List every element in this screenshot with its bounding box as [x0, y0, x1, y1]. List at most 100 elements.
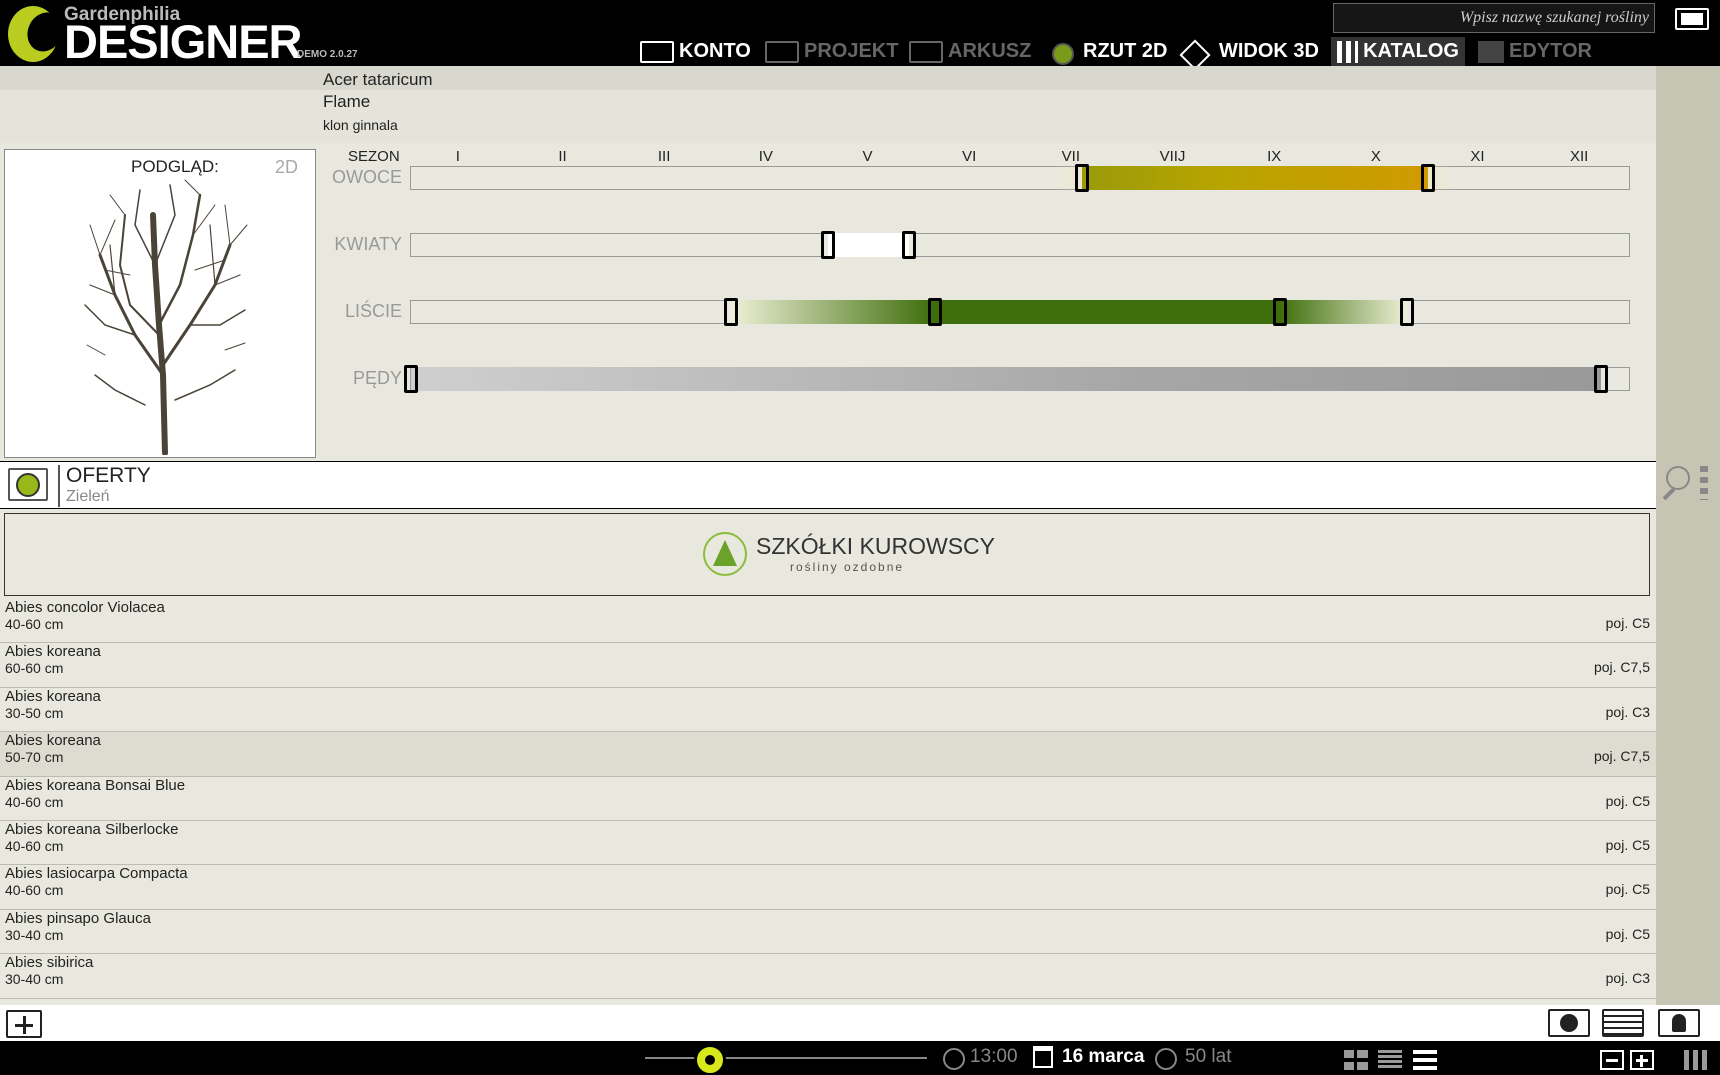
- grid-view-icon[interactable]: [1344, 1050, 1368, 1070]
- nav-projekt[interactable]: PROJEKT: [765, 37, 898, 66]
- project-icon: [765, 40, 799, 63]
- offer-row[interactable]: Abies lasiocarpa Compacta 40-60 cm poj. C5: [0, 865, 1656, 910]
- growth-icon: [1155, 1048, 1177, 1070]
- season-handle-liscie[interactable]: [724, 298, 739, 326]
- offer-row[interactable]: Abies koreana 60-60 cm poj. C7,5: [0, 643, 1656, 688]
- season-label: SEZON: [348, 148, 400, 165]
- offer-pot: poj. C3: [1605, 970, 1650, 987]
- offer-pot: poj. C5: [1605, 881, 1650, 898]
- offer-list: Abies concolor Violacea 40-60 cm poj. C5 Ab…: [0, 599, 1656, 1005]
- lines-view-icon[interactable]: [1378, 1050, 1402, 1070]
- nav-widok-3d[interactable]: WIDOK 3D: [1180, 37, 1319, 66]
- plant-common-name: klon ginnala: [323, 117, 398, 133]
- globe-icon[interactable]: [1548, 1009, 1590, 1037]
- season-row-label-kwiaty: KWIATY: [334, 234, 402, 254]
- offer-name: Abies koreana Silberlocke: [5, 820, 179, 838]
- season-range-pedy: [411, 367, 1601, 391]
- clock-icon: [943, 1048, 965, 1070]
- plant-header-band: [0, 66, 1656, 90]
- offer-row[interactable]: Abies pinsapo Glauca 30-40 cm poj. C5: [0, 910, 1656, 955]
- top-bar: Gardenphilia DESIGNER DEMO 2.0.27 Wpisz …: [0, 0, 1720, 66]
- season-handle-owoce[interactable]: [1075, 164, 1089, 192]
- nav-label: PROJEKT: [804, 40, 899, 62]
- plan-2d-icon: [1044, 41, 1078, 65]
- list-view-icon[interactable]: [1413, 1050, 1437, 1070]
- offer-name: Abies lasiocarpa Compacta: [5, 865, 188, 883]
- offer-row[interactable]: Abies koreana Silberlocke 40-60 cm poj. C5: [0, 820, 1656, 866]
- zoom-in-icon[interactable]: [1630, 1050, 1654, 1070]
- nav-label: EDYTOR: [1509, 40, 1592, 62]
- vendor-banner[interactable]: SZKÓŁKI KUROWSCY rośliny ozdobne: [4, 513, 1650, 596]
- nav-label: WIDOK 3D: [1219, 40, 1319, 62]
- trademark-icon[interactable]: [1602, 1009, 1644, 1037]
- season-track-kwiaty[interactable]: [410, 231, 1630, 259]
- offer-pot: poj. C7,5: [1593, 659, 1650, 676]
- tree-logo-icon: [703, 532, 747, 576]
- season-track-liscie[interactable]: [410, 298, 1630, 326]
- version-label: DEMO 2.0.27: [297, 49, 358, 60]
- offer-row[interactable]: Abies koreana Bonsai Blue 40-60 cm poj. C5: [0, 777, 1656, 821]
- offer-name: Abies koreana: [5, 732, 101, 750]
- nav-arkusz[interactable]: ARKUSZ: [909, 37, 1031, 66]
- season-handle-pedy[interactable]: [1593, 365, 1608, 393]
- offers-icon[interactable]: [8, 468, 48, 501]
- offer-name: Abies koreana Bonsai Blue: [5, 776, 186, 794]
- app-window: Gardenphilia DESIGNER DEMO 2.0.27 Wpisz …: [0, 0, 1720, 1075]
- nav-katalog[interactable]: KATALOG: [1331, 37, 1465, 66]
- month-label: VI: [962, 148, 977, 165]
- sheet-icon: [909, 40, 943, 63]
- brand-big: DESIGNER: [64, 15, 302, 68]
- catalog-bars-icon[interactable]: [1684, 1050, 1708, 1070]
- offer-name: Abies sibirica: [5, 954, 94, 972]
- season-handle-pedy[interactable]: [404, 365, 418, 393]
- offer-size: 30-40 cm: [5, 926, 64, 943]
- offers-header: OFERTY Zieleń: [0, 461, 1656, 509]
- season-range-kwiaty: [827, 233, 910, 257]
- offer-size: 40-60 cm: [5, 882, 64, 899]
- month-label: X: [1370, 148, 1381, 165]
- season-handle-liscie[interactable]: [1400, 298, 1415, 326]
- season-handle-owoce[interactable]: [1420, 164, 1435, 192]
- add-button[interactable]: [6, 1010, 42, 1038]
- offer-row[interactable]: Abies koreana 30-50 cm poj. C3: [0, 687, 1656, 733]
- offer-size: 60-60 cm: [5, 660, 64, 677]
- search-input[interactable]: Wpisz nazwę szukanej rośliny: [1333, 3, 1655, 33]
- offer-name: Abies concolor Violacea: [5, 599, 165, 616]
- season-handle-kwiaty[interactable]: [820, 231, 835, 259]
- nav-konto[interactable]: KONTO: [640, 37, 751, 66]
- editor-icon: [1478, 40, 1504, 63]
- season-track-pedy[interactable]: [404, 365, 1630, 393]
- zoom-out-icon[interactable]: [1600, 1050, 1624, 1070]
- offer-pot: poj. C5: [1605, 792, 1650, 809]
- season-row-label-liscie: LIŚCIE: [344, 301, 402, 321]
- plant-cultivar: Flame: [323, 92, 371, 111]
- preview-panel: PODGLĄD: 2D: [4, 149, 316, 458]
- nav-edytor[interactable]: EDYTOR: [1478, 37, 1592, 66]
- magnifier-icon[interactable]: [1662, 466, 1708, 502]
- season-range-liscie: [731, 300, 1408, 324]
- month-label: XII: [1569, 148, 1589, 165]
- month-label: III: [657, 148, 671, 165]
- season-track-owoce[interactable]: [410, 164, 1630, 192]
- season-handle-liscie[interactable]: [927, 298, 942, 326]
- date-readout: 16 marca: [1062, 1046, 1145, 1067]
- preview-label: PODGLĄD:: [131, 157, 219, 176]
- nav-label: KATALOG: [1363, 40, 1459, 62]
- offer-row[interactable]: Abies koreana 50-70 cm poj. C7,5: [0, 732, 1656, 777]
- offer-name: Abies koreana: [5, 687, 101, 705]
- time-slider-knob[interactable]: [693, 1044, 726, 1075]
- offer-size: 40-60 cm: [5, 793, 64, 810]
- offer-row[interactable]: Abies sibirica 30-40 cm poj. C3: [0, 954, 1656, 999]
- season-handle-liscie[interactable]: [1273, 298, 1288, 326]
- nav-rzut-2d[interactable]: RZUT 2D: [1044, 37, 1167, 66]
- offer-row[interactable]: Abies concolor Violacea 40-60 cm poj. C5: [0, 599, 1656, 644]
- person-icon[interactable]: [1658, 1009, 1700, 1037]
- nav-label: RZUT 2D: [1083, 40, 1168, 62]
- month-label: VIIJ: [1159, 148, 1186, 165]
- season-handle-kwiaty[interactable]: [902, 231, 917, 259]
- offer-pot: poj. C3: [1605, 703, 1650, 720]
- age-readout: 50 lat: [1185, 1046, 1232, 1067]
- time-slider-track[interactable]: [645, 1057, 927, 1059]
- vendor-tagline: rośliny ozdobne: [790, 560, 905, 574]
- fullscreen-icon[interactable]: [1675, 8, 1709, 30]
